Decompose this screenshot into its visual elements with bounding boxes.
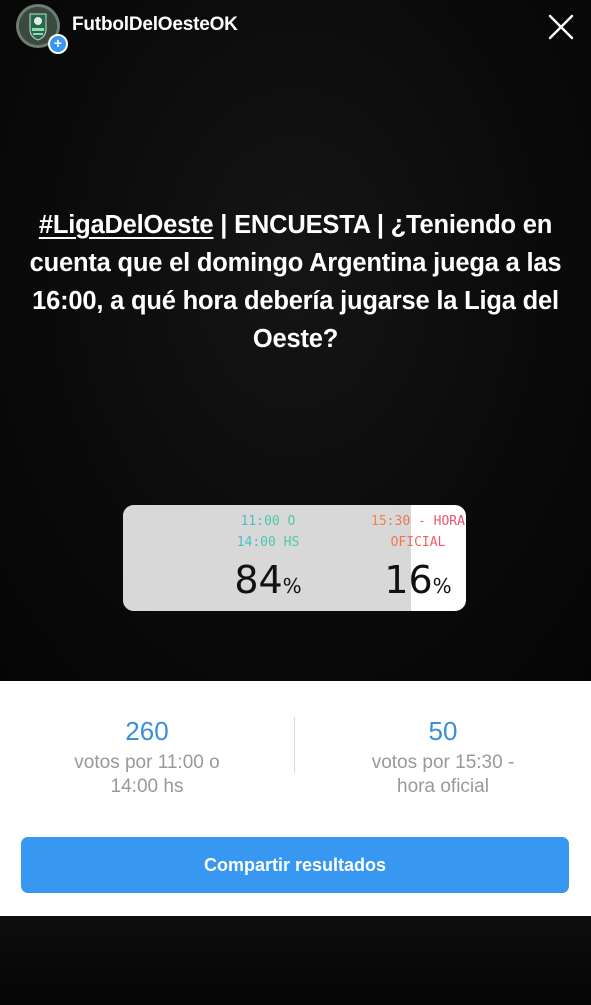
vote-count: 260 — [125, 716, 169, 746]
poll-option-1-label-line2: 14:00 HS — [236, 535, 300, 550]
vote-label-line1: votos por 11:00 o — [74, 752, 220, 773]
vote-stat-option-2[interactable]: 50 votos por 15:30 - hora oficial — [343, 715, 543, 799]
poll-option-2-percent-value: 16 — [384, 558, 433, 602]
poll-option-1[interactable]: 11:00 O 14:00 HS 84% — [213, 505, 323, 611]
poll-option-2-label: 15:30 - HORA OFICIAL — [368, 511, 466, 553]
vote-label: votos por 15:30 - hora oficial — [343, 751, 543, 799]
poll-option-2-percent-sign: % — [432, 574, 452, 598]
story-background: + FutbolDelOesteOK #LigaDelOeste | ENCUE… — [0, 0, 591, 681]
vote-label-line2: hora oficial — [397, 776, 489, 797]
poll-option-2[interactable]: 15:30 - HORA OFICIAL 16% — [368, 505, 466, 611]
next-story-preview — [0, 916, 591, 1005]
vote-label-line2: 14:00 hs — [110, 776, 184, 797]
divider — [294, 717, 295, 773]
poll-option-1-label: 11:00 O 14:00 HS — [213, 511, 323, 553]
poll-option-2-label-line2: OFICIAL — [390, 535, 446, 550]
poll-option-2-label-line1: 15:30 - HORA — [371, 514, 465, 529]
vote-label-line1: votos por 15:30 - — [371, 752, 515, 773]
poll-option-1-percent-value: 84 — [234, 558, 283, 602]
vote-count: 50 — [428, 716, 458, 746]
poll-option-2-percent: 16% — [368, 557, 466, 609]
avatar[interactable]: + — [16, 4, 68, 54]
poll-option-1-percent: 84% — [213, 557, 323, 609]
add-story-plus-icon[interactable]: + — [48, 34, 68, 54]
username[interactable]: FutbolDelOesteOK — [72, 14, 238, 36]
vote-stat-option-1[interactable]: 260 votos por 11:00 o 14:00 hs — [47, 715, 247, 799]
close-icon[interactable] — [546, 12, 576, 42]
story-header: + FutbolDelOesteOK — [0, 0, 591, 56]
poll-results-panel: 260 votos por 11:00 o 14:00 hs 50 votos … — [0, 681, 591, 916]
hashtag-link[interactable]: #LigaDelOeste — [39, 211, 214, 239]
poll-question: #LigaDelOeste | ENCUESTA | ¿Teniendo en … — [20, 206, 571, 358]
poll-sticker: 11:00 O 14:00 HS 84% 15:30 - HORA OFICIA… — [123, 505, 466, 611]
poll-option-1-percent-sign: % — [282, 574, 302, 598]
share-results-button[interactable]: Compartir resultados — [21, 837, 569, 893]
poll-option-1-label-line1: 11:00 O — [240, 514, 296, 529]
vote-label: votos por 11:00 o 14:00 hs — [47, 751, 247, 799]
